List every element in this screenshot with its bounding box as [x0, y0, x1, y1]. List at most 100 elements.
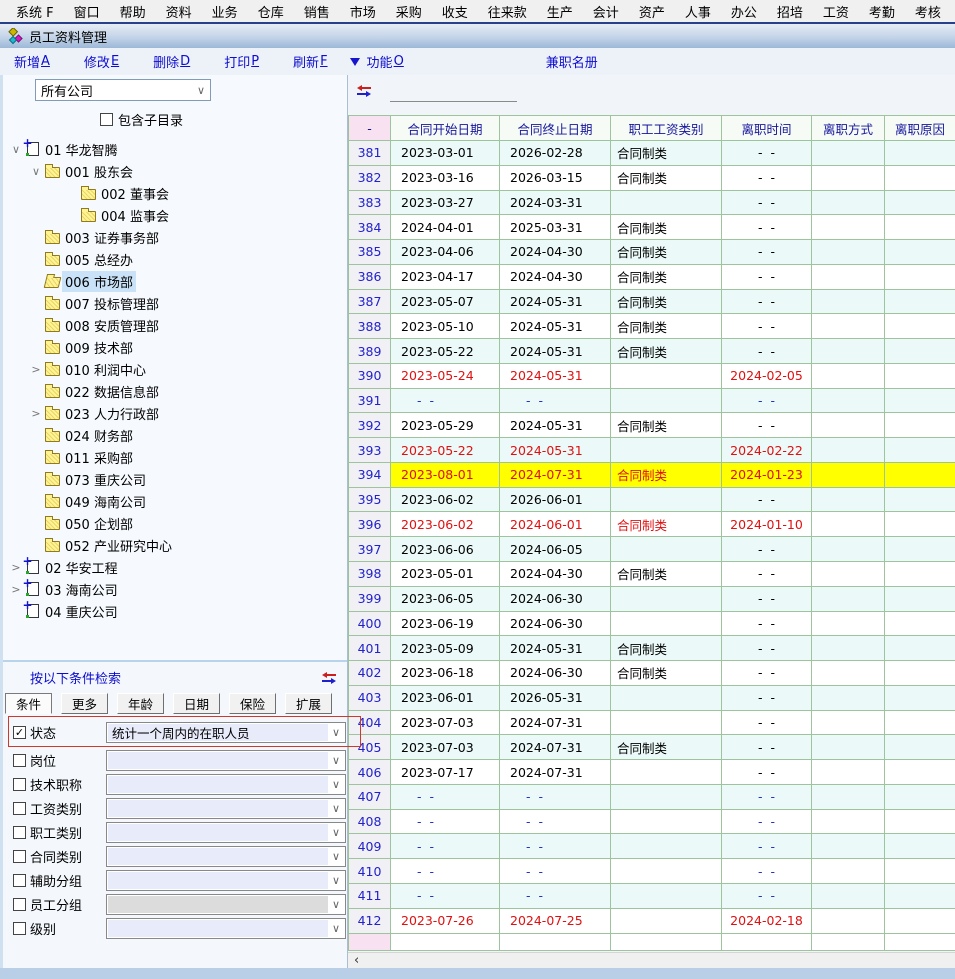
- expander-down-icon[interactable]: ∨: [9, 143, 23, 156]
- menu-item[interactable]: 办公: [721, 0, 767, 22]
- table-cell[interactable]: [812, 810, 885, 835]
- table-cell[interactable]: [812, 463, 885, 488]
- table-cell[interactable]: [812, 413, 885, 438]
- tree-item[interactable]: 052 产业研究中心: [3, 534, 347, 556]
- table-cell[interactable]: 2023-04-17: [391, 265, 500, 290]
- table-cell[interactable]: - -: [722, 760, 812, 785]
- filter-dropdown[interactable]: ∨: [106, 750, 346, 771]
- table-cell[interactable]: [812, 240, 885, 265]
- table-cell[interactable]: [611, 785, 722, 810]
- table-cell[interactable]: [885, 686, 955, 711]
- menu-item[interactable]: 人事: [675, 0, 721, 22]
- table-cell[interactable]: - -: [722, 166, 812, 191]
- tree-item[interactable]: >010 利润中心: [3, 358, 347, 380]
- table-cell[interactable]: 2024-07-31: [500, 735, 611, 760]
- table-cell[interactable]: [812, 661, 885, 686]
- tree-item[interactable]: 049 海南公司: [3, 490, 347, 512]
- table-cell[interactable]: [885, 562, 955, 587]
- table-cell[interactable]: 合同制类: [611, 636, 722, 661]
- table-cell[interactable]: - -: [391, 884, 500, 909]
- table-cell[interactable]: [611, 686, 722, 711]
- table-cell[interactable]: 2024-02-18: [722, 909, 812, 934]
- table-cell[interactable]: - -: [722, 488, 812, 513]
- table-cell[interactable]: - -: [722, 810, 812, 835]
- table-cell[interactable]: [812, 785, 885, 810]
- table-cell[interactable]: [812, 909, 885, 934]
- table-cell[interactable]: 2023-06-01: [391, 686, 500, 711]
- row-number-cell[interactable]: 398: [348, 562, 391, 587]
- table-cell[interactable]: 2024-06-05: [500, 537, 611, 562]
- row-number-cell[interactable]: 394: [348, 463, 391, 488]
- menu-item[interactable]: 会计: [583, 0, 629, 22]
- column-header[interactable]: -: [348, 115, 391, 141]
- table-cell[interactable]: [812, 562, 885, 587]
- table-cell[interactable]: 2023-07-26: [391, 909, 500, 934]
- menu-item[interactable]: 招培: [767, 0, 813, 22]
- filter-tab-3[interactable]: 年龄: [117, 693, 164, 714]
- company-select[interactable]: 所有公司 ∨: [35, 79, 211, 101]
- row-number-cell[interactable]: 395: [348, 488, 391, 513]
- table-cell[interactable]: 2024-06-01: [500, 512, 611, 537]
- tree-item[interactable]: 005 总经办: [3, 248, 347, 270]
- table-cell[interactable]: - -: [391, 859, 500, 884]
- table-cell[interactable]: [885, 859, 955, 884]
- table-cell[interactable]: 2023-03-16: [391, 166, 500, 191]
- table-cell[interactable]: - -: [722, 314, 812, 339]
- table-cell[interactable]: - -: [722, 191, 812, 216]
- table-cell[interactable]: [611, 537, 722, 562]
- row-number-cell[interactable]: 401: [348, 636, 391, 661]
- table-cell[interactable]: [812, 364, 885, 389]
- table-cell[interactable]: - -: [722, 389, 812, 414]
- table-cell[interactable]: [611, 859, 722, 884]
- table-cell[interactable]: [611, 587, 722, 612]
- column-header[interactable]: 离职原因: [885, 115, 955, 141]
- expander-right-icon[interactable]: >: [29, 363, 43, 376]
- table-cell[interactable]: - -: [722, 265, 812, 290]
- table-cell[interactable]: [812, 339, 885, 364]
- table-cell[interactable]: 2023-05-01: [391, 562, 500, 587]
- table-cell[interactable]: [885, 141, 955, 166]
- table-cell[interactable]: [611, 364, 722, 389]
- table-cell[interactable]: - -: [722, 240, 812, 265]
- table-cell[interactable]: 2025-03-31: [500, 215, 611, 240]
- menu-item[interactable]: 工资: [813, 0, 859, 22]
- filter-dropdown[interactable]: ∨: [106, 894, 346, 915]
- table-cell[interactable]: 合同制类: [611, 562, 722, 587]
- table-cell[interactable]: 2024-01-10: [722, 512, 812, 537]
- table-cell[interactable]: [812, 438, 885, 463]
- table-cell[interactable]: 2024-04-30: [500, 562, 611, 587]
- table-cell[interactable]: [885, 760, 955, 785]
- table-cell[interactable]: 2023-03-01: [391, 141, 500, 166]
- table-cell[interactable]: - -: [722, 785, 812, 810]
- table-cell[interactable]: [885, 512, 955, 537]
- table-cell[interactable]: [885, 166, 955, 191]
- menu-item[interactable]: 资料: [156, 0, 202, 22]
- table-cell[interactable]: 合同制类: [611, 463, 722, 488]
- table-cell[interactable]: 合同制类: [611, 413, 722, 438]
- table-cell[interactable]: 2024-05-31: [500, 636, 611, 661]
- table-cell[interactable]: [885, 488, 955, 513]
- parttime-roster-button[interactable]: 兼职名册: [546, 52, 598, 71]
- table-cell[interactable]: [611, 389, 722, 414]
- filter-dropdown[interactable]: ∨: [106, 918, 346, 939]
- expander-down-icon[interactable]: ∨: [29, 165, 43, 178]
- row-number-cell[interactable]: 412: [348, 909, 391, 934]
- table-cell[interactable]: - -: [722, 859, 812, 884]
- table-cell[interactable]: 2023-05-22: [391, 339, 500, 364]
- column-header[interactable]: 离职时间: [722, 115, 812, 141]
- table-cell[interactable]: 合同制类: [611, 240, 722, 265]
- table-cell[interactable]: [812, 834, 885, 859]
- table-cell[interactable]: [885, 537, 955, 562]
- table-cell[interactable]: [885, 661, 955, 686]
- row-number-cell[interactable]: 399: [348, 587, 391, 612]
- filter-checkbox[interactable]: [13, 922, 26, 935]
- table-cell[interactable]: 2024-04-30: [500, 265, 611, 290]
- table-cell[interactable]: [812, 587, 885, 612]
- table-cell[interactable]: [885, 314, 955, 339]
- table-cell[interactable]: 2023-05-07: [391, 290, 500, 315]
- table-cell[interactable]: [611, 834, 722, 859]
- table-cell[interactable]: [812, 191, 885, 216]
- table-cell[interactable]: 2024-05-31: [500, 314, 611, 339]
- tree-item[interactable]: 011 采购部: [3, 446, 347, 468]
- table-cell[interactable]: [812, 265, 885, 290]
